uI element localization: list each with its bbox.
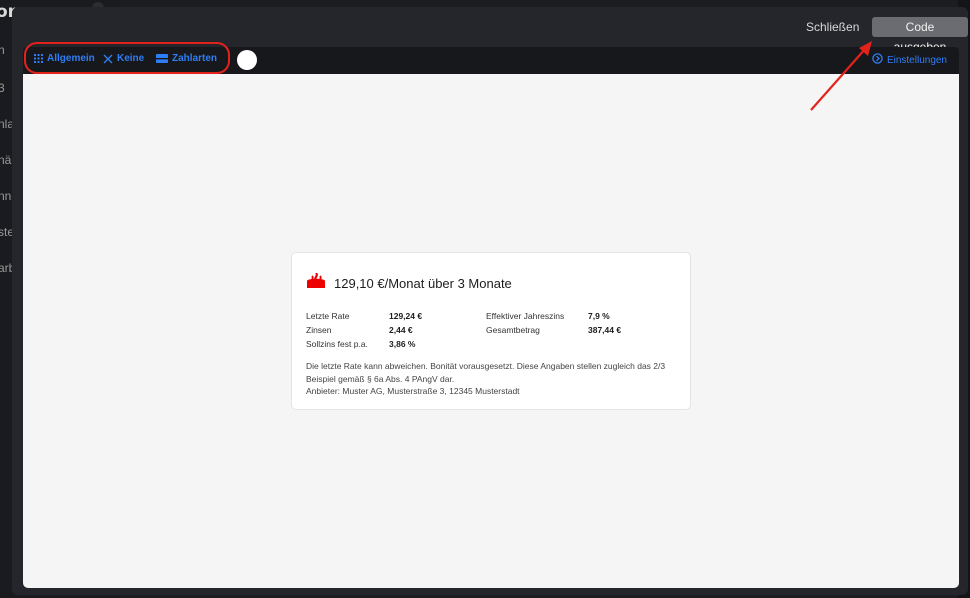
background-item: 3 — [0, 81, 5, 95]
total-amount-label: Gesamtbetrag — [486, 325, 540, 335]
preview-toolbar: Allgemein Keine Zahlarten Einstellungen — [23, 47, 959, 74]
grid-icon — [34, 54, 43, 63]
close-button[interactable]: Schließen — [798, 17, 867, 37]
interest-label: Zinsen — [306, 325, 332, 335]
tab-none-label: Keine — [117, 53, 145, 64]
rate-value: 129,24 € — [389, 311, 423, 321]
right-labels: Effektiver Jahreszins Gesamtbetrag — [486, 309, 564, 337]
tab-payment-methods[interactable]: Zahlarten — [156, 53, 217, 64]
left-labels: Letzte Rate Zinsen Sollzins fest p.a. — [306, 309, 368, 351]
legal-note: Die letzte Rate kann abweichen. Bonität … — [306, 360, 686, 398]
interest-value: 2,44 € — [389, 325, 413, 335]
background-item: n — [0, 43, 5, 57]
widget-title: 129,10 €/Monat über 3 Monate — [334, 276, 512, 291]
tab-general-label: Allgemein — [47, 53, 95, 64]
tab-general[interactable]: Allgemein — [34, 53, 95, 64]
effective-rate-label: Effektiver Jahreszins — [486, 311, 565, 321]
settings-link[interactable]: Einstellungen — [872, 53, 947, 67]
background-item: nä — [0, 153, 12, 167]
provider-text: Anbieter: Muster AG, Musterstraße 3, 123… — [306, 386, 520, 396]
bank-logo-icon — [306, 272, 326, 294]
toggle-switch[interactable] — [237, 50, 257, 70]
code-output-button[interactable]: Code ausgeben — [872, 17, 968, 54]
tab-payment-methods-label: Zahlarten — [172, 53, 218, 64]
tab-none[interactable]: Keine — [103, 53, 144, 64]
total-amount-value: 387,44 € — [588, 325, 622, 335]
widget-header: 129,10 €/Monat über 3 Monate — [306, 272, 512, 294]
settings-label: Einstellungen — [886, 54, 947, 66]
effective-rate-value: 7,9 % — [588, 311, 610, 321]
preview-canvas: 129,10 €/Monat über 3 Monate Letzte Rate… — [23, 74, 959, 588]
financing-widget: 129,10 €/Monat über 3 Monate Letzte Rate… — [291, 252, 691, 410]
left-values: 129,24 € 2,44 € 3,86 % — [389, 309, 422, 351]
close-icon — [103, 54, 113, 64]
preview-modal: Schließen Code ausgeben Allgemein Keine — [12, 7, 968, 595]
settings-icon — [872, 53, 883, 67]
card-icon — [156, 54, 168, 63]
right-values: 7,9 % 387,44 € — [588, 309, 621, 337]
borrowing-rate-value: 3,86 % — [389, 339, 416, 349]
legal-text: Die letzte Rate kann abweichen. Bonität … — [306, 361, 666, 384]
rate-label: Letzte Rate — [306, 311, 350, 321]
borrowing-rate-label: Sollzins fest p.a. — [306, 339, 368, 349]
modal-header: Schließen Code ausgeben — [12, 7, 968, 54]
